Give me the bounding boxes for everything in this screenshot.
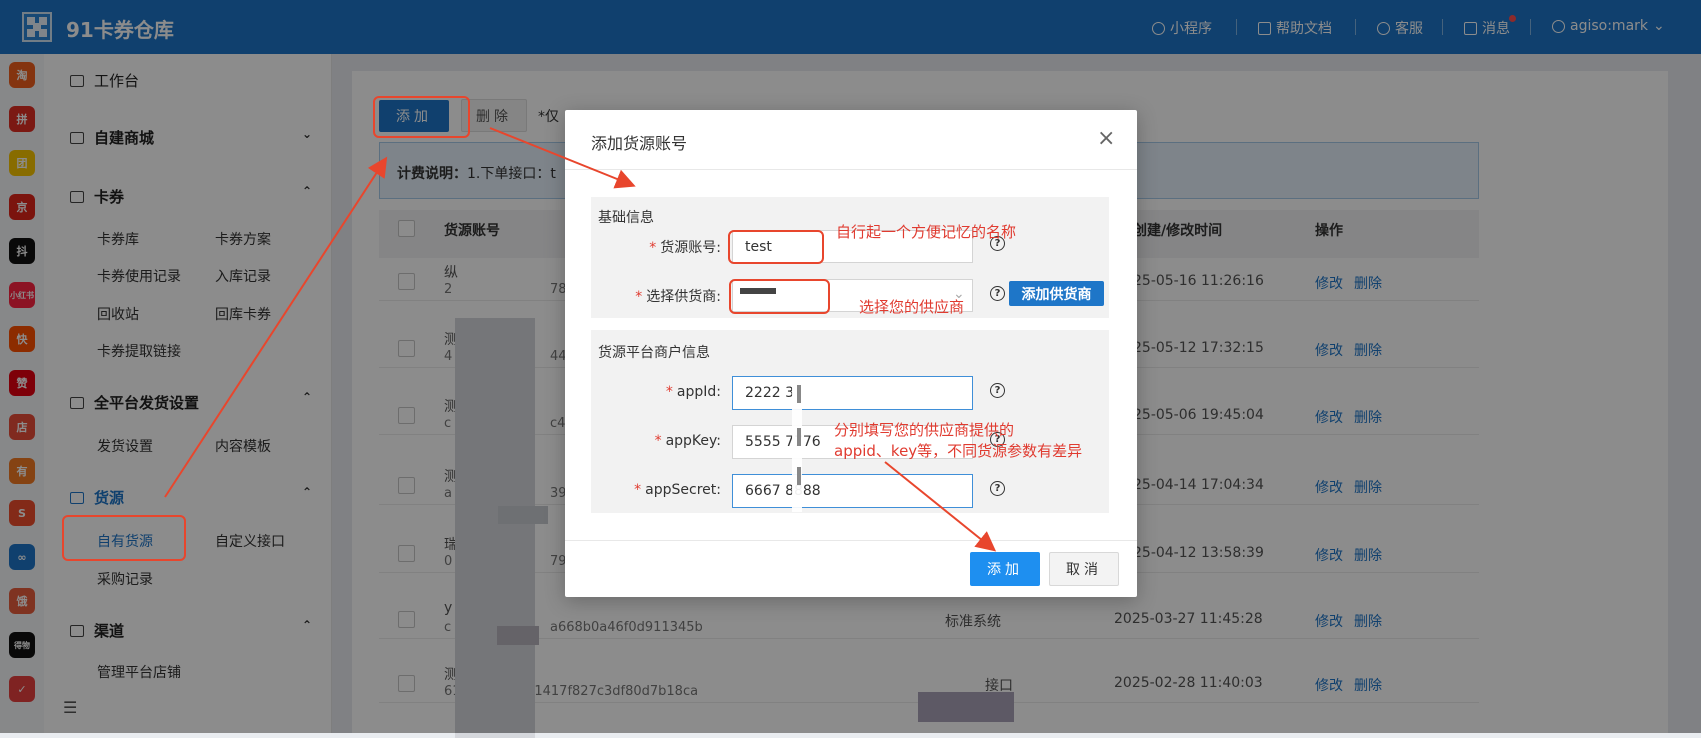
- annotation-params-hint-2: appid、key等，不同货源参数有差异: [834, 442, 1083, 460]
- dialog-title: 添加货源账号: [591, 134, 688, 153]
- highlight-box: [62, 515, 186, 561]
- help-icon[interactable]: ?: [990, 481, 1005, 496]
- close-icon[interactable]: ×: [1097, 128, 1115, 150]
- annotation-params-hint-1: 分别填写您的供应商提供的: [834, 421, 1015, 439]
- appid-label: * appId:: [665, 384, 721, 400]
- redacted-block: [797, 385, 801, 403]
- highlight-box: [729, 279, 830, 314]
- add-supplier-button[interactable]: 添加供货商: [1009, 281, 1104, 306]
- redacted-block: [797, 467, 801, 485]
- appsecret-input[interactable]: 6667 8888: [732, 474, 973, 508]
- redacted-block: [797, 428, 801, 446]
- account-label: * 货源账号:: [649, 240, 721, 256]
- annotation-name-hint: 自行起一个方便记忆的名称: [836, 223, 1017, 241]
- appsecret-label: * appSecret:: [634, 482, 721, 498]
- highlight-box: [728, 230, 824, 264]
- divider: [565, 540, 1137, 541]
- appkey-label: * appKey:: [654, 433, 721, 449]
- annotation-supplier-hint: 选择您的供应商: [859, 298, 965, 316]
- dialog-add-button[interactable]: 添加: [970, 552, 1040, 586]
- divider: [565, 169, 1137, 170]
- highlight-box: [373, 96, 470, 138]
- help-icon[interactable]: ?: [990, 286, 1005, 301]
- appid-input[interactable]: 2222 3: [732, 376, 973, 410]
- help-icon[interactable]: ?: [990, 383, 1005, 398]
- dialog-cancel-button[interactable]: 取消: [1049, 552, 1119, 586]
- supplier-label: * 选择供货商:: [635, 289, 721, 305]
- basic-info-title: 基础信息: [598, 210, 654, 226]
- merchant-info-title: 货源平台商户信息: [598, 345, 710, 361]
